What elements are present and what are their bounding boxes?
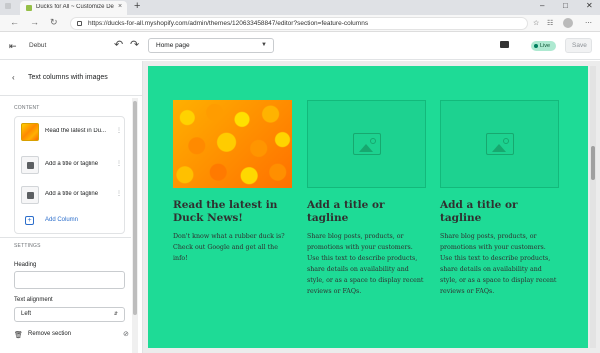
close-window-icon[interactable]: ✕ [586, 1, 593, 10]
save-button-label: Save [572, 42, 587, 49]
heading-label: Heading [14, 262, 37, 268]
preview-scrollbar-thumb[interactable] [591, 146, 595, 180]
panel-scrollbar-thumb[interactable] [133, 101, 137, 315]
add-column-button[interactable]: + Add Column [21, 216, 121, 230]
save-button[interactable]: Save [565, 38, 592, 53]
image-placeholder-icon [353, 133, 381, 155]
exit-editor-icon[interactable]: ⇤ [9, 41, 17, 52]
browser-tab-strip: Ducks for All ~ Customize Debut × + – □ … [0, 0, 600, 15]
menu-icon[interactable]: ⋯ [585, 19, 592, 27]
alignment-select[interactable]: Left ⇵ [14, 307, 125, 322]
address-bar-row: ← → ↻ https://ducks-for-all.myshopify.co… [0, 15, 600, 32]
live-dot-icon [534, 44, 538, 48]
remove-section-button[interactable]: 🗑 Remove section ⊘ [14, 329, 134, 343]
column-title: Add a title or tagline [440, 199, 518, 224]
block-item[interactable]: Add a title or tagline ⋮ [15, 150, 126, 180]
back-icon[interactable]: ← [10, 17, 19, 27]
heading-input[interactable] [14, 271, 125, 289]
drag-handle-icon[interactable]: ⋮ [116, 160, 122, 167]
page-select-value: Home page [156, 42, 190, 49]
feature-columns-section[interactable]: Read the latest in Duck News! Don't know… [148, 66, 588, 348]
duck-image-thumbnail [21, 123, 39, 141]
shopify-favicon-icon [26, 5, 32, 11]
tab-close-icon[interactable]: × [118, 3, 122, 10]
undo-icon[interactable]: ↶ [114, 38, 123, 51]
column-title: Add a title or tagline [307, 199, 385, 224]
image-placeholder [307, 100, 426, 188]
text-block-icon [21, 186, 39, 204]
live-badge-label: Live [540, 42, 551, 49]
blocks-card: Read the latest in Du... ⋮ Add a title o… [14, 116, 125, 234]
theme-name: Debut [29, 42, 47, 49]
new-tab-button[interactable]: + [134, 0, 140, 12]
select-arrows-icon: ⇵ [113, 311, 118, 317]
add-column-label: Add Column [45, 217, 79, 223]
content-heading: CONTENT [14, 105, 40, 111]
drag-handle-icon[interactable]: ⋮ [116, 190, 122, 197]
browser-tab[interactable]: Ducks for All ~ Customize Debut × [20, 1, 127, 15]
chevron-down-icon: ▼ [261, 42, 267, 48]
feature-column[interactable]: Add a title or tagline Share blog posts,… [440, 100, 559, 297]
column-title: Read the latest in Duck News! [173, 199, 278, 224]
text-block-icon [21, 156, 39, 174]
block-label: Add a title or tagline [45, 161, 99, 167]
panel-scrollbar[interactable] [132, 98, 138, 353]
section-settings-panel: ‹ Text columns with images CONTENT Read … [0, 61, 143, 353]
block-label: Read the latest in Du... [45, 128, 107, 134]
tab-title: Ducks for All ~ Customize Debut [36, 4, 114, 10]
remove-section-label: Remove section [28, 331, 72, 337]
redo-icon[interactable]: ↷ [130, 38, 139, 51]
alignment-label: Text alignment [14, 297, 53, 303]
trash-icon: 🗑 [14, 332, 23, 339]
hide-section-icon[interactable]: ⊘ [123, 330, 129, 338]
block-item[interactable]: Read the latest in Du... ⋮ [15, 117, 126, 147]
divider [0, 237, 131, 238]
page-select[interactable]: Home page ▼ [148, 38, 274, 53]
settings-heading: SETTINGS [14, 243, 41, 249]
refresh-icon[interactable]: ↻ [50, 17, 58, 28]
column-text: Don't know what a rubber duck is? Check … [173, 233, 285, 262]
minimize-icon[interactable]: – [540, 1, 544, 10]
preview-scrollbar[interactable] [590, 66, 596, 348]
block-label: Add a title or tagline [45, 191, 99, 197]
window-menu-icon[interactable] [5, 3, 11, 9]
back-arrow-icon[interactable]: ‹ [12, 73, 15, 82]
plus-icon: + [25, 216, 34, 225]
profile-icon[interactable] [563, 18, 573, 28]
url-text: https://ducks-for-all.myshopify.com/admi… [88, 20, 369, 27]
feature-column[interactable]: Read the latest in Duck News! Don't know… [173, 100, 292, 264]
column-text: Share blog posts, products, or promotion… [307, 233, 424, 295]
preview-frame: Read the latest in Duck News! Don't know… [143, 61, 600, 353]
feature-column[interactable]: Add a title or tagline Share blog posts,… [307, 100, 426, 297]
image-placeholder [440, 100, 559, 188]
drag-handle-icon[interactable]: ⋮ [116, 127, 122, 134]
star-icon[interactable]: ☆ [533, 19, 539, 27]
maximize-icon[interactable]: □ [563, 1, 568, 10]
image-placeholder-icon [486, 133, 514, 155]
panel-title: Text columns with images [28, 74, 108, 81]
panel-header: ‹ Text columns with images [0, 61, 143, 96]
block-item[interactable]: Add a title or tagline ⋮ [15, 180, 126, 210]
url-field[interactable]: https://ducks-for-all.myshopify.com/admi… [70, 17, 528, 30]
alignment-select-value: Left [21, 311, 32, 317]
forward-icon[interactable]: → [30, 17, 39, 27]
column-text: Share blog posts, products, or promotion… [440, 233, 557, 295]
lock-icon [77, 21, 82, 26]
collections-icon[interactable]: ☷ [547, 19, 553, 27]
live-badge: Live [531, 41, 556, 51]
editor-top-bar: ⇤ Debut ↶ ↷ Home page ▼ Live Save [0, 32, 600, 60]
device-preview-icon[interactable] [500, 41, 509, 48]
rubber-duck-image [173, 100, 292, 188]
